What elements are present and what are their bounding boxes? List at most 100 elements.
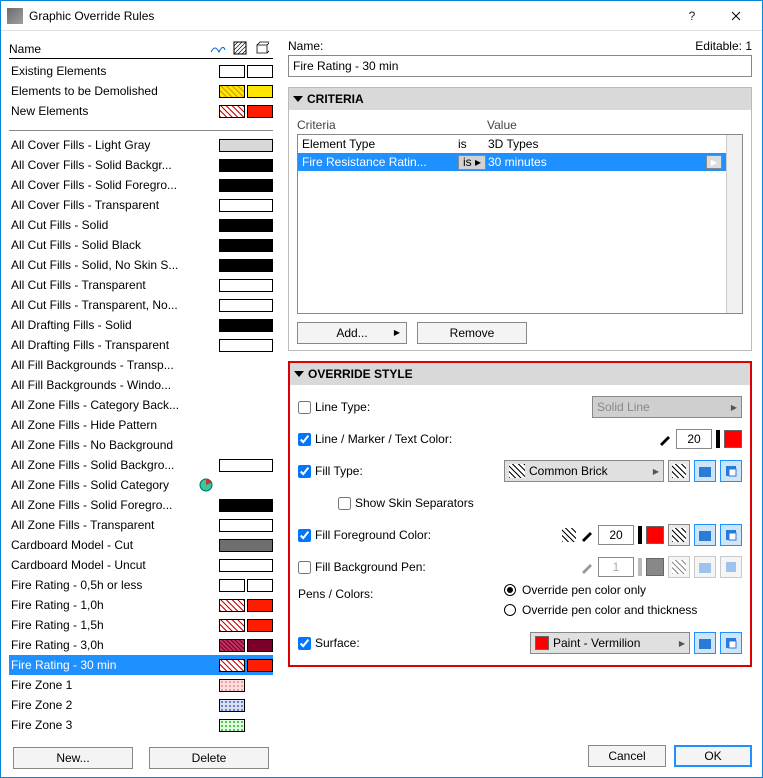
rule-row[interactable]: All Zone Fills - Solid Category [9,475,273,495]
surface-checkbox[interactable] [298,637,311,650]
bg-cover-icon[interactable] [694,556,716,578]
rule-row[interactable]: All Drafting Fills - Transparent [9,335,273,355]
close-button[interactable] [714,2,758,30]
fill-bg-checkbox[interactable] [298,561,311,574]
criteria-list[interactable]: Element Typeis3D TypesFire Resistance Ra… [297,134,743,314]
remove-criteria-button[interactable]: Remove [417,322,527,344]
rule-row[interactable]: New Elements [9,101,273,121]
col-name[interactable]: Name [9,42,207,58]
col-fill-icon[interactable] [229,38,251,58]
line-type-checkbox[interactable] [298,401,311,414]
rule-row[interactable]: Fire Rating - 0,5h or less [9,575,273,595]
rules-list[interactable]: Existing ElementsElements to be Demolish… [9,61,273,739]
rules-list-panel: Name Existing ElementsElements to be Dem… [1,31,278,777]
bg-cut-icon[interactable] [668,556,690,578]
delete-rule-button[interactable]: Delete [149,747,269,769]
pen-icon [580,528,594,542]
rule-row[interactable]: All Fill Backgrounds - Windo... [9,375,273,395]
pen-weight-icon [716,430,720,448]
col-line-icon[interactable] [207,38,229,58]
rule-row[interactable]: Fire Zone 1 [9,675,273,695]
ok-button[interactable]: OK [674,745,752,767]
titlebar: Graphic Override Rules ? [1,1,762,31]
line-color-checkbox[interactable] [298,433,311,446]
cut-fill-icon[interactable] [668,460,690,482]
override-style-section: OVERRIDE STYLE Line Type: Solid Line Lin… [288,361,752,667]
override-header[interactable]: OVERRIDE STYLE [290,363,750,385]
rule-name-input[interactable] [288,55,752,77]
cover-fill-icon[interactable] [694,460,716,482]
fill-fg-pen[interactable] [598,525,634,545]
pen-weight-icon [638,526,642,544]
rule-row[interactable]: All Zone Fills - Hide Pattern [9,415,273,435]
rule-row[interactable]: All Zone Fills - Solid Foregro... [9,495,273,515]
rule-row[interactable]: All Zone Fills - Solid Backgro... [9,455,273,475]
criteria-section: CRITERIA CriteriaValue Element Typeis3D … [288,87,752,351]
bg-draft-icon[interactable] [720,556,742,578]
rule-row[interactable]: All Zone Fills - Category Back... [9,395,273,415]
rule-row[interactable]: Fire Rating - 30 min [9,655,273,675]
surface-draft-icon[interactable] [720,632,742,654]
surface-cover-icon[interactable] [694,632,716,654]
app-icon [7,8,23,24]
rule-row[interactable]: All Cut Fills - Solid [9,215,273,235]
fill-bg-color[interactable] [646,558,664,576]
rule-row[interactable]: All Zone Fills - Transparent [9,515,273,535]
fill-type-checkbox[interactable] [298,465,311,478]
rule-row[interactable]: All Cut Fills - Transparent, No... [9,295,273,315]
rule-row[interactable]: All Zone Fills - No Background [9,435,273,455]
fg-cut-icon[interactable] [668,524,690,546]
list-header: Name [9,37,273,59]
rule-row[interactable]: All Cut Fills - Solid, No Skin S... [9,255,273,275]
help-button[interactable]: ? [670,2,714,30]
fg-draft-icon[interactable] [720,524,742,546]
pens-colors-row: Pens / Colors: Override pen color only O… [298,583,742,627]
surface-row: Surface: Paint - Vermilion [298,627,742,659]
cancel-button[interactable]: Cancel [588,745,666,767]
radio-pen-color-only[interactable]: Override pen color only [504,583,646,597]
hatch-icon [562,528,576,542]
rule-row[interactable]: All Cover Fills - Transparent [9,195,273,215]
pen-icon [580,560,594,574]
rule-row[interactable]: Cardboard Model - Cut [9,535,273,555]
line-color-swatch[interactable] [724,430,742,448]
rule-row[interactable]: Fire Zone 3 [9,715,273,735]
criteria-columns: CriteriaValue [297,116,743,134]
criteria-row[interactable]: Element Typeis3D Types [298,135,742,153]
rule-row[interactable]: Cardboard Model - Uncut [9,555,273,575]
surface-dropdown[interactable]: Paint - Vermilion [530,632,690,654]
rule-row[interactable]: Fire Rating - 3,0h [9,635,273,655]
fill-bg-pen[interactable] [598,557,634,577]
skin-separators-checkbox[interactable] [338,497,351,510]
rule-row[interactable]: All Fill Backgrounds - Transp... [9,355,273,375]
fill-fg-color[interactable] [646,526,664,544]
fg-cover-icon[interactable] [694,524,716,546]
rule-row[interactable]: Elements to be Demolished [9,81,273,101]
drafting-fill-icon[interactable] [720,460,742,482]
fill-type-row: Fill Type: Common Brick [298,455,742,487]
rule-row[interactable]: Fire Rating - 1,5h [9,615,273,635]
line-type-dropdown[interactable]: Solid Line [592,396,742,418]
rule-row[interactable]: All Cut Fills - Solid Black [9,235,273,255]
rule-row[interactable]: All Cut Fills - Transparent [9,275,273,295]
fill-type-dropdown[interactable]: Common Brick [504,460,664,482]
criteria-header[interactable]: CRITERIA [289,88,751,110]
col-surface-icon[interactable] [251,38,273,58]
rule-row[interactable]: All Cover Fills - Light Gray [9,135,273,155]
new-rule-button[interactable]: New... [13,747,133,769]
fill-bg-row: Fill Background Pen: [298,551,742,583]
rule-row[interactable]: Fire Zone 2 [9,695,273,715]
rule-row[interactable]: Existing Elements [9,61,273,81]
fill-fg-checkbox[interactable] [298,529,311,542]
rule-row[interactable]: All Cover Fills - Solid Backgr... [9,155,273,175]
line-type-row: Line Type: Solid Line [298,391,742,423]
line-color-pen[interactable] [676,429,712,449]
rule-row[interactable]: All Cover Fills - Solid Foregro... [9,175,273,195]
fill-fg-row: Fill Foreground Color: [298,519,742,551]
scrollbar[interactable] [726,135,742,313]
criteria-row[interactable]: Fire Resistance Ratin...is ▸30 minutes▶ [298,153,742,171]
add-criteria-button[interactable]: Add... [297,322,407,344]
rule-row[interactable]: All Drafting Fills - Solid [9,315,273,335]
rule-row[interactable]: Fire Rating - 1,0h [9,595,273,615]
radio-pen-color-thickness[interactable]: Override pen color and thickness [504,603,697,617]
